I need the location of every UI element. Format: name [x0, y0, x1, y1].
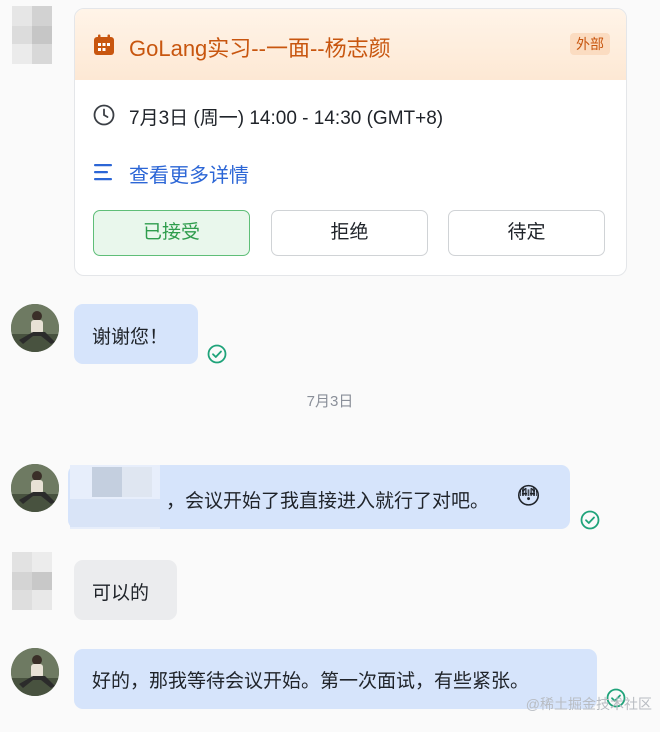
message-bubble[interactable]: 可以的	[74, 560, 177, 620]
my-avatar[interactable]	[11, 304, 59, 352]
calendar-icon	[94, 34, 114, 55]
clock-icon	[93, 104, 115, 126]
contact-avatar[interactable]	[12, 552, 56, 610]
meeting-title: GoLang实习--一面--杨志颜	[129, 36, 391, 61]
message-bubble[interactable]: 好的，那我等待会议开始。第一次面试，有些紧张。	[74, 649, 597, 709]
view-details-link[interactable]: 查看更多详情	[129, 159, 249, 188]
my-avatar[interactable]	[11, 648, 59, 696]
redacted-name	[70, 465, 160, 529]
accepted-button[interactable]: 已接受	[93, 210, 250, 256]
date-separator: 7月3日	[306, 393, 354, 410]
message-text: 可以的	[92, 583, 150, 604]
message-bubble[interactable]: ，会议开始了我直接进入就行了对吧。 😳	[68, 465, 570, 529]
message-text: ，会议开始了我直接进入就行了对吧。	[166, 491, 490, 512]
message-text: 谢谢您！	[92, 327, 169, 348]
watermark: @稀土掘金技术社区	[525, 696, 652, 712]
message-text: 好的，那我等待会议开始。第一次面试，有些紧张。	[92, 671, 530, 692]
meeting-card-header: GoLang实习--一面--杨志颜 外部	[75, 9, 626, 80]
flushed-emoji: 😳	[516, 483, 542, 510]
meeting-invite-card[interactable]: GoLang实习--一面--杨志颜 外部 7月3日 (周一) 14:00 - 1…	[74, 8, 627, 276]
decline-button[interactable]: 拒绝	[271, 210, 428, 256]
read-check-icon	[580, 510, 600, 530]
read-check-icon	[207, 344, 227, 364]
message-bubble[interactable]: 谢谢您！	[74, 304, 198, 364]
meeting-time: 7月3日 (周一) 14:00 - 14:30 (GMT+8)	[129, 108, 444, 129]
tentative-button[interactable]: 待定	[448, 210, 605, 256]
my-avatar[interactable]	[11, 464, 59, 512]
external-tag: 外部	[570, 33, 610, 55]
contact-avatar[interactable]	[12, 6, 56, 64]
list-icon	[94, 164, 112, 181]
